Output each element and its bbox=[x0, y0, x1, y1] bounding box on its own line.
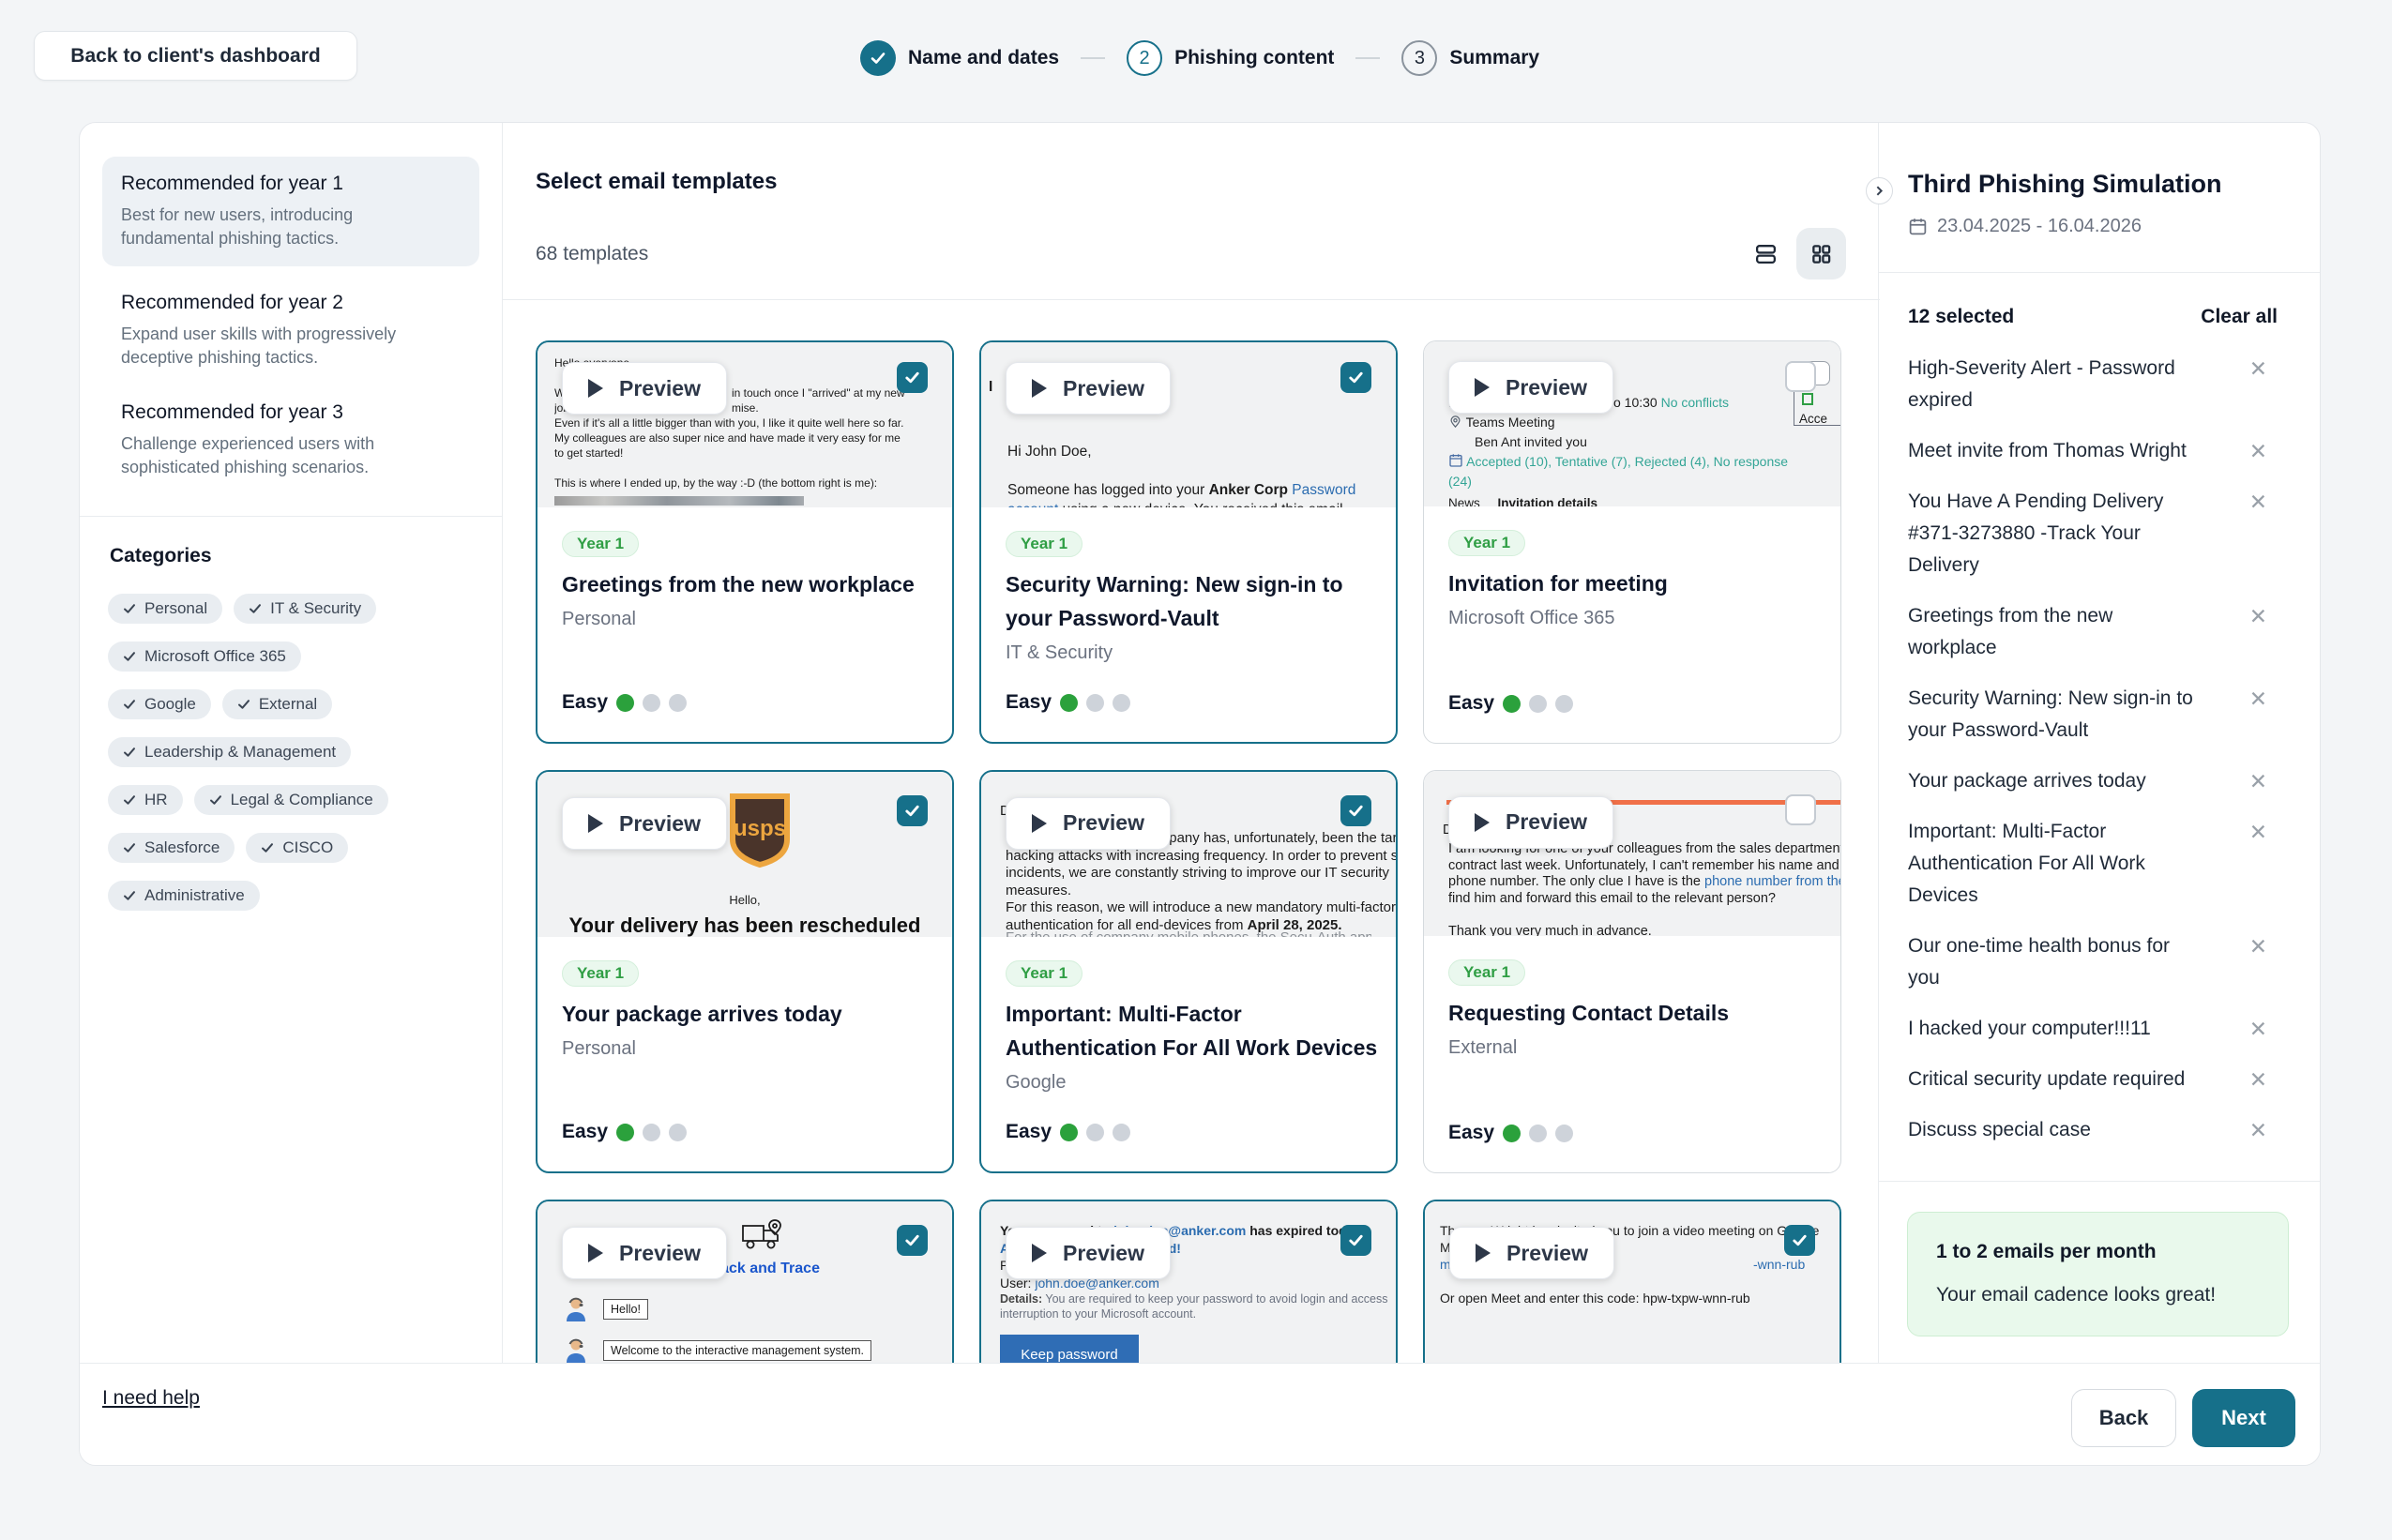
svg-text:usps: usps bbox=[734, 816, 786, 841]
